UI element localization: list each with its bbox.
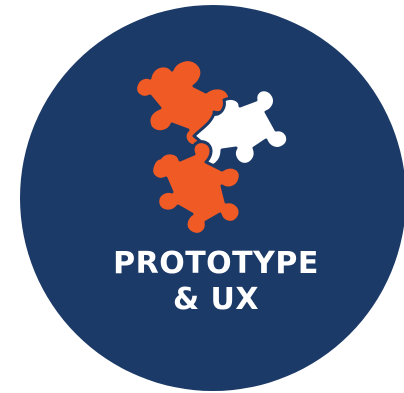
badge-graphic [20, 5, 404, 391]
badge-title-line-1: PROTOTYPE [113, 246, 319, 281]
badge-title-line-2: & UX [172, 282, 260, 317]
prototype-ux-badge: PROTOTYPE & UX [0, 0, 404, 393]
